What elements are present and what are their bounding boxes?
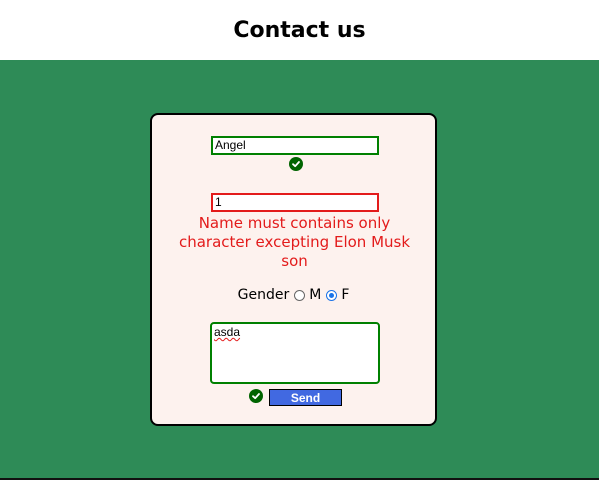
message-valid-check-icon	[249, 389, 263, 403]
gender-f-label: F	[341, 287, 350, 303]
gender-m-radio[interactable]	[294, 289, 306, 301]
message-text: asda	[214, 325, 241, 339]
gender-f-radio[interactable]	[326, 289, 338, 301]
send-button[interactable]: Send	[269, 389, 342, 406]
name-input[interactable]: Angel	[211, 136, 379, 155]
contact-form: Angel 1 Name must contains only characte…	[150, 113, 437, 426]
error-message: Name must contains only character except…	[178, 214, 411, 270]
gender-m-label: M	[309, 287, 322, 303]
second-input[interactable]: 1	[211, 193, 379, 212]
gender-group: Gender M F	[152, 287, 435, 303]
message-textarea[interactable]: asda	[210, 322, 380, 384]
page-header: Contact us	[0, 0, 599, 60]
gender-label: Gender	[237, 287, 290, 303]
page-title: Contact us	[233, 17, 366, 43]
name-valid-check-icon	[289, 157, 303, 171]
